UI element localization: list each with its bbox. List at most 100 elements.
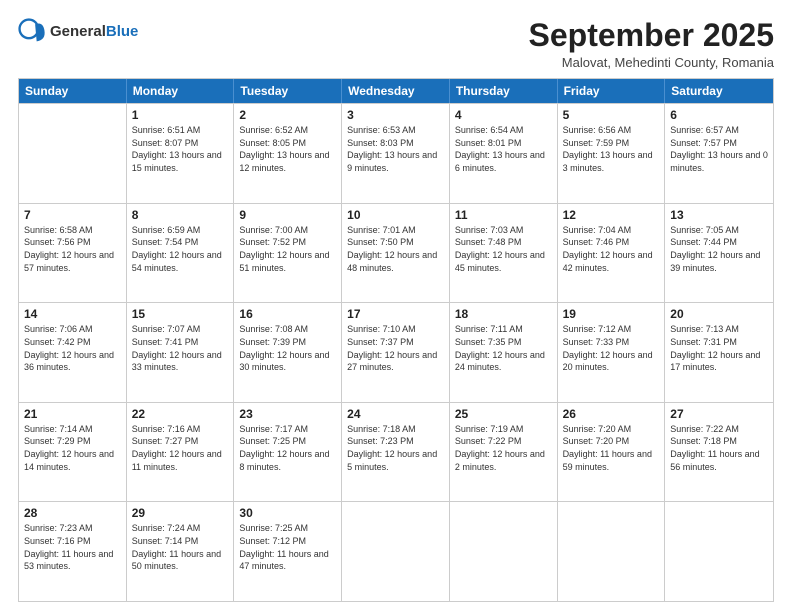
header-day-thursday: Thursday: [450, 79, 558, 103]
calendar-cell: 7 Sunrise: 6:58 AM Sunset: 7:56 PM Daylig…: [19, 204, 127, 303]
calendar-cell: 24 Sunrise: 7:18 AM Sunset: 7:23 PM Dayli…: [342, 403, 450, 502]
day-number: 8: [132, 208, 229, 222]
header-day-tuesday: Tuesday: [234, 79, 342, 103]
cell-sun-info: Sunrise: 6:59 AM Sunset: 7:54 PM Dayligh…: [132, 224, 229, 274]
calendar-cell: 22 Sunrise: 7:16 AM Sunset: 7:27 PM Dayli…: [127, 403, 235, 502]
day-number: 12: [563, 208, 660, 222]
logo-text: GeneralBlue: [50, 23, 138, 41]
calendar-cell: [450, 502, 558, 601]
calendar-cell: [19, 104, 127, 203]
day-number: 3: [347, 108, 444, 122]
day-number: 22: [132, 407, 229, 421]
day-number: 30: [239, 506, 336, 520]
day-number: 6: [670, 108, 768, 122]
header: GeneralBlue September 2025 Malovat, Mehe…: [18, 18, 774, 70]
calendar-cell: 3 Sunrise: 6:53 AM Sunset: 8:03 PM Daylig…: [342, 104, 450, 203]
day-number: 24: [347, 407, 444, 421]
calendar-body: 1 Sunrise: 6:51 AM Sunset: 8:07 PM Daylig…: [19, 103, 773, 601]
cell-sun-info: Sunrise: 7:16 AM Sunset: 7:27 PM Dayligh…: [132, 423, 229, 473]
logo-icon: [18, 18, 46, 46]
day-number: 17: [347, 307, 444, 321]
calendar-cell: 23 Sunrise: 7:17 AM Sunset: 7:25 PM Dayli…: [234, 403, 342, 502]
cell-sun-info: Sunrise: 7:04 AM Sunset: 7:46 PM Dayligh…: [563, 224, 660, 274]
header-day-sunday: Sunday: [19, 79, 127, 103]
calendar-cell: [558, 502, 666, 601]
cell-sun-info: Sunrise: 7:03 AM Sunset: 7:48 PM Dayligh…: [455, 224, 552, 274]
day-number: 11: [455, 208, 552, 222]
calendar-cell: 6 Sunrise: 6:57 AM Sunset: 7:57 PM Daylig…: [665, 104, 773, 203]
day-number: 2: [239, 108, 336, 122]
cell-sun-info: Sunrise: 7:17 AM Sunset: 7:25 PM Dayligh…: [239, 423, 336, 473]
calendar-cell: 10 Sunrise: 7:01 AM Sunset: 7:50 PM Dayli…: [342, 204, 450, 303]
cell-sun-info: Sunrise: 6:51 AM Sunset: 8:07 PM Dayligh…: [132, 124, 229, 174]
day-number: 28: [24, 506, 121, 520]
cell-sun-info: Sunrise: 6:52 AM Sunset: 8:05 PM Dayligh…: [239, 124, 336, 174]
day-number: 23: [239, 407, 336, 421]
calendar-cell: 21 Sunrise: 7:14 AM Sunset: 7:29 PM Dayli…: [19, 403, 127, 502]
day-number: 13: [670, 208, 768, 222]
cell-sun-info: Sunrise: 7:14 AM Sunset: 7:29 PM Dayligh…: [24, 423, 121, 473]
cell-sun-info: Sunrise: 6:54 AM Sunset: 8:01 PM Dayligh…: [455, 124, 552, 174]
cell-sun-info: Sunrise: 7:08 AM Sunset: 7:39 PM Dayligh…: [239, 323, 336, 373]
header-day-saturday: Saturday: [665, 79, 773, 103]
calendar-row-2: 14Sunrise: 7:06 AM Sunset: 7:42 PM Dayli…: [19, 302, 773, 402]
calendar-cell: 19 Sunrise: 7:12 AM Sunset: 7:33 PM Dayli…: [558, 303, 666, 402]
day-number: 26: [563, 407, 660, 421]
calendar-row-3: 21 Sunrise: 7:14 AM Sunset: 7:29 PM Dayli…: [19, 402, 773, 502]
calendar-cell: 2 Sunrise: 6:52 AM Sunset: 8:05 PM Daylig…: [234, 104, 342, 203]
cell-sun-info: Sunrise: 7:01 AM Sunset: 7:50 PM Dayligh…: [347, 224, 444, 274]
cell-sun-info: Sunrise: 7:06 AM Sunset: 7:42 PM Dayligh…: [24, 323, 121, 373]
cell-sun-info: Sunrise: 7:20 AM Sunset: 7:20 PM Dayligh…: [563, 423, 660, 473]
calendar-row-4: 28 Sunrise: 7:23 AM Sunset: 7:16 PM Dayli…: [19, 501, 773, 601]
day-number: 7: [24, 208, 121, 222]
cell-sun-info: Sunrise: 7:13 AM Sunset: 7:31 PM Dayligh…: [670, 323, 768, 373]
calendar-cell: 5Sunrise: 6:56 AM Sunset: 7:59 PM Daylig…: [558, 104, 666, 203]
cell-sun-info: Sunrise: 7:10 AM Sunset: 7:37 PM Dayligh…: [347, 323, 444, 373]
day-number: 21: [24, 407, 121, 421]
calendar-row-1: 7 Sunrise: 6:58 AM Sunset: 7:56 PM Daylig…: [19, 203, 773, 303]
calendar-cell: 18Sunrise: 7:11 AM Sunset: 7:35 PM Dayli…: [450, 303, 558, 402]
calendar-row-0: 1 Sunrise: 6:51 AM Sunset: 8:07 PM Daylig…: [19, 103, 773, 203]
calendar-cell: 4 Sunrise: 6:54 AM Sunset: 8:01 PM Daylig…: [450, 104, 558, 203]
location-subtitle: Malovat, Mehedinti County, Romania: [529, 55, 774, 70]
day-number: 1: [132, 108, 229, 122]
cell-sun-info: Sunrise: 6:57 AM Sunset: 7:57 PM Dayligh…: [670, 124, 768, 174]
header-day-monday: Monday: [127, 79, 235, 103]
calendar-header: SundayMondayTuesdayWednesdayThursdayFrid…: [19, 79, 773, 103]
cell-sun-info: Sunrise: 7:23 AM Sunset: 7:16 PM Dayligh…: [24, 522, 121, 572]
logo: GeneralBlue: [18, 18, 138, 46]
cell-sun-info: Sunrise: 7:00 AM Sunset: 7:52 PM Dayligh…: [239, 224, 336, 274]
calendar-cell: 26 Sunrise: 7:20 AM Sunset: 7:20 PM Dayli…: [558, 403, 666, 502]
day-number: 29: [132, 506, 229, 520]
day-number: 10: [347, 208, 444, 222]
cell-sun-info: Sunrise: 7:12 AM Sunset: 7:33 PM Dayligh…: [563, 323, 660, 373]
day-number: 5: [563, 108, 660, 122]
logo-blue: Blue: [106, 23, 139, 40]
calendar-cell: 30 Sunrise: 7:25 AM Sunset: 7:12 PM Dayli…: [234, 502, 342, 601]
calendar-cell: 25Sunrise: 7:19 AM Sunset: 7:22 PM Dayli…: [450, 403, 558, 502]
calendar-cell: 11 Sunrise: 7:03 AM Sunset: 7:48 PM Dayli…: [450, 204, 558, 303]
calendar-cell: 8 Sunrise: 6:59 AM Sunset: 7:54 PM Daylig…: [127, 204, 235, 303]
calendar-cell: 28 Sunrise: 7:23 AM Sunset: 7:16 PM Dayli…: [19, 502, 127, 601]
calendar-cell: 1 Sunrise: 6:51 AM Sunset: 8:07 PM Daylig…: [127, 104, 235, 203]
cell-sun-info: Sunrise: 6:58 AM Sunset: 7:56 PM Dayligh…: [24, 224, 121, 274]
calendar-cell: 29 Sunrise: 7:24 AM Sunset: 7:14 PM Dayli…: [127, 502, 235, 601]
calendar-cell: 13Sunrise: 7:05 AM Sunset: 7:44 PM Dayli…: [665, 204, 773, 303]
calendar-cell: 12 Sunrise: 7:04 AM Sunset: 7:46 PM Dayli…: [558, 204, 666, 303]
cell-sun-info: Sunrise: 7:24 AM Sunset: 7:14 PM Dayligh…: [132, 522, 229, 572]
logo-general: General: [50, 23, 106, 40]
day-number: 19: [563, 307, 660, 321]
header-day-wednesday: Wednesday: [342, 79, 450, 103]
cell-sun-info: Sunrise: 6:53 AM Sunset: 8:03 PM Dayligh…: [347, 124, 444, 174]
calendar-cell: 9Sunrise: 7:00 AM Sunset: 7:52 PM Daylig…: [234, 204, 342, 303]
day-number: 16: [239, 307, 336, 321]
calendar-cell: 15Sunrise: 7:07 AM Sunset: 7:41 PM Dayli…: [127, 303, 235, 402]
month-title: September 2025: [529, 18, 774, 53]
title-block: September 2025 Malovat, Mehedinti County…: [529, 18, 774, 70]
cell-sun-info: Sunrise: 7:07 AM Sunset: 7:41 PM Dayligh…: [132, 323, 229, 373]
day-number: 4: [455, 108, 552, 122]
cell-sun-info: Sunrise: 7:18 AM Sunset: 7:23 PM Dayligh…: [347, 423, 444, 473]
calendar: SundayMondayTuesdayWednesdayThursdayFrid…: [18, 78, 774, 602]
cell-sun-info: Sunrise: 7:25 AM Sunset: 7:12 PM Dayligh…: [239, 522, 336, 572]
calendar-cell: 14Sunrise: 7:06 AM Sunset: 7:42 PM Dayli…: [19, 303, 127, 402]
